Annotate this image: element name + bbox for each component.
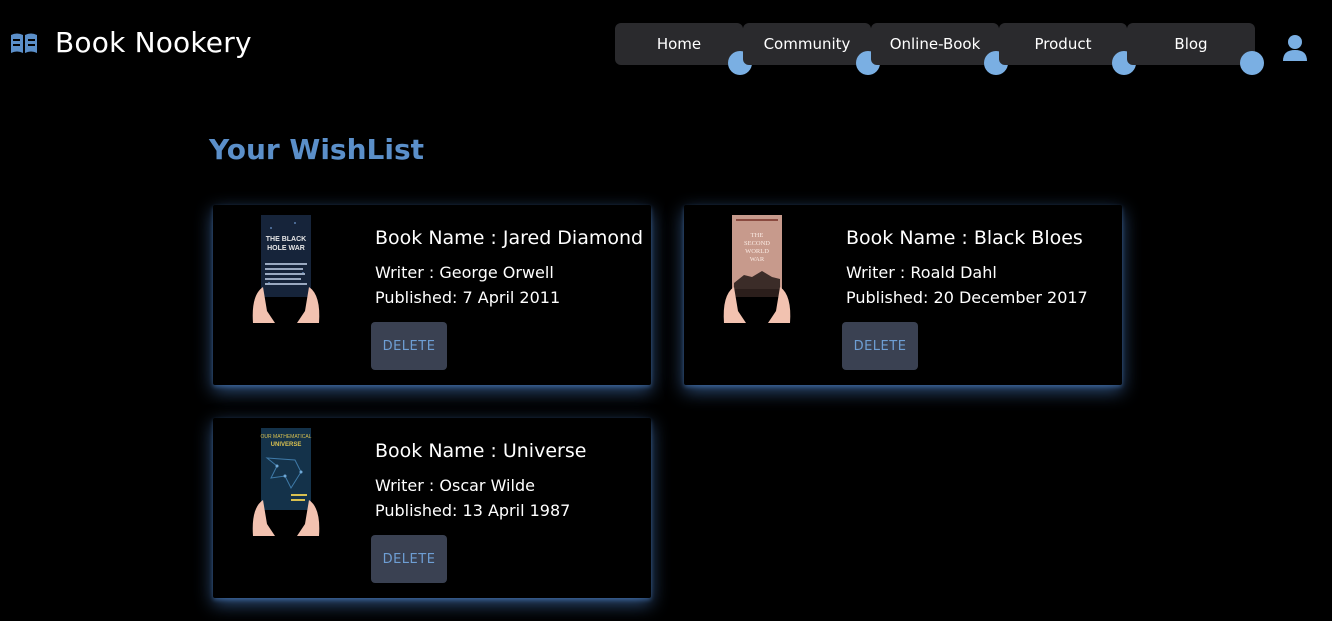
page-title: Your WishList [209,133,425,166]
cover-title-line: SECOND [744,240,770,247]
cover-title-line: OUR MATHEMATICAL [261,434,312,440]
nav-item-label: Online-Book [889,35,981,53]
book-open-icon [11,33,37,53]
book-name: Book Name : Universe [375,440,587,462]
book-name: Book Name : Jared Diamond [375,227,644,249]
wishlist-card: THE BLACK HOLE WAR Book Name : Jared Dia… [213,205,651,385]
nav-item-label: Community [763,35,851,53]
nav-item-label: Product [1034,35,1092,53]
book-cover-image: OUR MATHEMATICAL UNIVERSE [252,428,320,536]
wishlist-card: THE SECOND WORLD WAR Book Name : Black B… [684,205,1122,385]
nav-item-community[interactable]: Community [743,23,871,65]
cover-title-line: THE [751,232,764,239]
cover-title-line: WORLD [745,248,769,255]
nav-item-online-book[interactable]: Online-Book [871,23,999,65]
cover-title-line: HOLE WAR [267,245,305,252]
wishlist-card: OUR MATHEMATICAL UNIVERSE Book Name : Un… [213,418,651,598]
delete-button[interactable]: DELETE [842,322,918,370]
nav-item-blog[interactable]: Blog [1127,23,1255,65]
brand[interactable]: Book Nookery [10,26,252,59]
book-published: Published: 7 April 2011 [375,288,561,307]
user-icon[interactable] [1282,34,1308,62]
nav-item-label: Blog [1174,35,1208,53]
book-writer: Writer : Oscar Wilde [375,476,535,495]
book-writer: Writer : George Orwell [375,263,554,282]
cover-title-line: UNIVERSE [271,442,302,448]
nav-item-home[interactable]: Home [615,23,743,65]
book-cover-image: THE BLACK HOLE WAR [252,215,320,323]
delete-button[interactable]: DELETE [371,322,447,370]
book-writer: Writer : Roald Dahl [846,263,997,282]
book-name: Book Name : Black Bloes [846,227,1083,249]
nav-dot [1240,51,1264,75]
nav-item-product[interactable]: Product [999,23,1127,65]
book-published: Published: 20 December 2017 [846,288,1088,307]
book-published: Published: 13 April 1987 [375,501,571,520]
nav-item-label: Home [656,35,702,53]
brand-title: Book Nookery [55,26,252,59]
delete-button[interactable]: DELETE [371,535,447,583]
book-cover-image: THE SECOND WORLD WAR [723,215,791,323]
cover-title-line: THE BLACK [266,236,306,243]
cover-title-line: WAR [750,256,765,263]
